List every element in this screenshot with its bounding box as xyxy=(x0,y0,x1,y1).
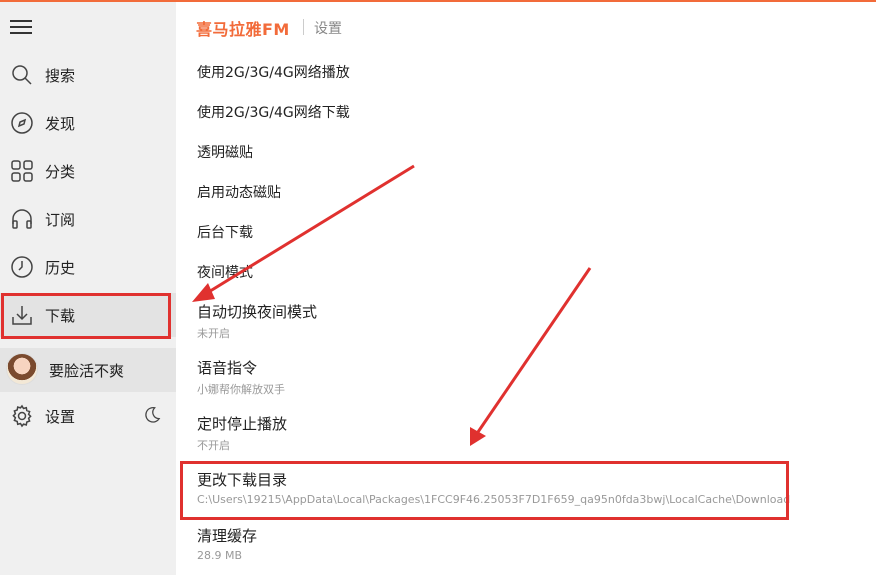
setting-title: 自动切换夜间模式 xyxy=(197,303,318,321)
setting-background-download[interactable]: 后台下载 xyxy=(197,222,253,242)
app-logo: 喜马拉雅FM xyxy=(196,20,290,39)
setting-title: 透明磁贴 xyxy=(197,145,253,161)
setting-title: 语音指令 xyxy=(197,359,258,377)
setting-title: 启用动态磁贴 xyxy=(197,185,281,201)
annotation-highlight-box xyxy=(180,461,789,520)
setting-title: 夜间模式 xyxy=(197,265,253,281)
avatar xyxy=(6,353,38,385)
setting-night-mode[interactable]: 夜间模式 xyxy=(197,262,253,282)
setting-title: 使用2G/3G/4G网络下载 xyxy=(197,105,350,121)
sidebar-item-label: 订阅 xyxy=(45,210,76,229)
annotation-highlight-box xyxy=(1,293,171,339)
sidebar: 搜索 发现 分类 订阅 历史 下载 要脸活不爽 设置 xyxy=(0,2,176,575)
setting-transparent-tile[interactable]: 透明磁贴 xyxy=(197,142,253,162)
setting-subtitle: 28.9 MB xyxy=(197,549,243,562)
user-name: 要脸活不爽 xyxy=(49,362,125,380)
setting-subtitle: 不开启 xyxy=(197,439,230,452)
setting-auto-night-mode[interactable]: 自动切换夜间模式 未开启 xyxy=(197,301,317,341)
setting-sleep-timer[interactable]: 定时停止播放 不开启 xyxy=(197,413,287,453)
setting-subtitle: 未开启 xyxy=(197,327,230,340)
setting-cellular-download[interactable]: 使用2G/3G/4G网络下载 xyxy=(197,102,350,122)
setting-title: 定时停止播放 xyxy=(197,415,288,433)
sidebar-item-categories[interactable]: 分类 xyxy=(0,149,176,193)
sidebar-item-label: 发现 xyxy=(45,114,76,133)
sidebar-item-label: 搜索 xyxy=(45,66,76,85)
setting-cellular-playback[interactable]: 使用2G/3G/4G网络播放 xyxy=(197,62,350,82)
hamburger-menu-icon[interactable] xyxy=(10,20,32,34)
moon-icon[interactable] xyxy=(143,406,161,424)
sidebar-item-search[interactable]: 搜索 xyxy=(0,53,176,97)
user-profile[interactable]: 要脸活不爽 xyxy=(0,348,176,392)
setting-voice-command[interactable]: 语音指令 小娜帮你解放双手 xyxy=(197,357,285,397)
header-divider xyxy=(303,19,304,35)
compass-icon xyxy=(11,112,33,134)
clock-icon xyxy=(11,256,33,278)
sidebar-item-discover[interactable]: 发现 xyxy=(0,101,176,145)
grid-icon xyxy=(11,160,33,182)
page-title: 设置 xyxy=(314,21,342,37)
gear-icon xyxy=(12,404,32,428)
sidebar-item-history[interactable]: 历史 xyxy=(0,245,176,289)
settings-panel: 喜马拉雅FM 设置 使用2G/3G/4G网络播放 使用2G/3G/4G网络下载 … xyxy=(176,2,876,575)
setting-subtitle: 小娜帮你解放双手 xyxy=(197,383,285,396)
search-icon xyxy=(12,65,32,85)
setting-title: 使用2G/3G/4G网络播放 xyxy=(197,65,350,81)
setting-clear-cache[interactable]: 清理缓存 28.9 MB xyxy=(197,525,257,562)
sidebar-item-subscriptions[interactable]: 订阅 xyxy=(0,197,176,241)
headphones-icon xyxy=(12,209,32,229)
setting-live-tile[interactable]: 启用动态磁贴 xyxy=(197,182,281,202)
sidebar-item-label: 分类 xyxy=(45,162,76,181)
setting-title: 后台下载 xyxy=(197,225,253,241)
setting-title: 清理缓存 xyxy=(197,527,258,545)
sidebar-item-label: 设置 xyxy=(45,407,76,426)
sidebar-item-label: 历史 xyxy=(45,258,76,277)
